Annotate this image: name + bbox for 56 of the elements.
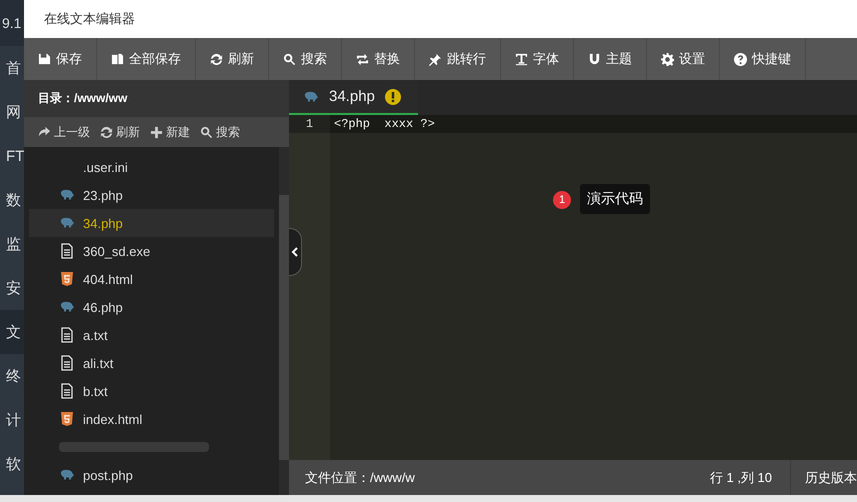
nav-item[interactable]: 计 [0,398,24,442]
dialog-title: 在线文本编辑器 [44,10,135,28]
nav-item[interactable]: 数 [0,178,24,222]
document-icon [59,327,75,343]
copy-icon [111,52,124,66]
document-icon [59,383,75,399]
refresh-icon [210,52,223,66]
document-icon [59,243,75,259]
nav-item[interactable]: 终 [0,354,24,398]
save-icon [38,52,51,66]
arrows-icon [356,52,369,66]
explorer-action[interactable]: 刷新 [100,124,140,140]
nav-item[interactable]: 监 [0,222,24,266]
settings-icon [661,52,674,66]
scrollbar[interactable] [279,147,289,495]
file-item[interactable]: 46.php [29,293,274,321]
nav-item[interactable]: 文 [0,310,24,354]
file-item[interactable]: post.php [29,461,274,489]
arrow-icon [38,126,51,138]
nav-item[interactable]: 网 [0,90,24,134]
help-icon [734,52,747,66]
explorer-action[interactable]: 新建 [150,124,190,140]
refresh-icon [100,126,113,138]
magnet-icon [588,52,601,66]
file-item[interactable]: index.html [29,405,274,433]
explorer-action[interactable]: 上一级 [38,124,90,140]
file-item[interactable]: 360_sd.exe [29,237,274,265]
pin-icon [429,52,442,66]
html5-icon [59,411,75,427]
text-icon [515,52,528,66]
nav-item[interactable]: 软 [0,442,24,486]
nav-item[interactable]: 首 [0,46,24,90]
nav-item[interactable]: 安 [0,266,24,310]
code-line: <?php xxxx ?> [333,116,435,133]
file-item[interactable]: b.txt [29,377,274,405]
html5-icon [59,271,75,287]
directory-path: 目录：/www/ww [38,90,128,107]
file-item[interactable]: ali.txt [29,349,274,377]
document-icon [59,355,75,371]
step-badge: 1 [553,191,571,209]
line-number: 1 [289,115,330,133]
file-item[interactable]: a.txt [29,321,274,349]
file-item[interactable]: 404.html [29,265,274,293]
search-icon [200,126,213,138]
tooltip: 演示代码 [580,184,650,214]
file-item[interactable]: 34.php [29,209,274,237]
file-item[interactable]: 23.php [29,181,274,209]
search-icon [283,52,296,66]
file-location: 文件位置：/www/w [304,468,416,486]
plus-icon [150,126,163,138]
file-item[interactable]: .user.ini [29,153,274,181]
explorer-action[interactable]: 搜索 [200,124,240,140]
version-text: 9.1 [0,0,24,46]
history-button[interactable]: 历史版本 [791,468,857,486]
nav-item[interactable]: FT [0,134,24,178]
collapse-handle[interactable] [289,228,302,276]
